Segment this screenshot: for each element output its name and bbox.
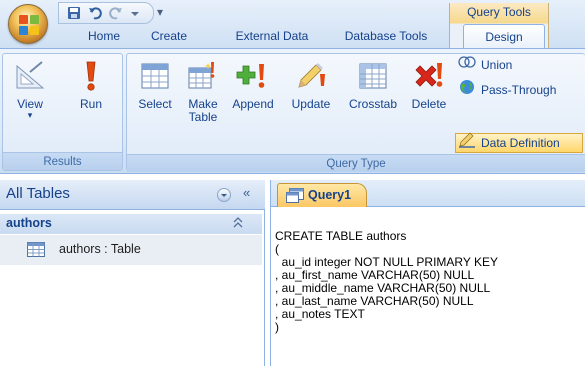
results-group-label: Results (3, 152, 122, 170)
office-logo-icon (19, 15, 39, 35)
select-button[interactable]: Select (133, 60, 177, 111)
tab-create[interactable]: Create (138, 24, 200, 48)
run-label: Run (79, 97, 102, 111)
ribbon: View ▾ Run Results Select Make Table App… (0, 48, 585, 174)
view-dropdown-icon: ▾ (27, 110, 33, 120)
contextual-tab-group-label: Query Tools (467, 5, 531, 19)
delete-label: Delete (411, 97, 447, 111)
sql-line: ) (275, 320, 279, 334)
pass-through-button[interactable]: Pass-Through (456, 80, 584, 100)
tab-query1-label: Query1 (308, 188, 352, 202)
quick-access-toolbar (58, 2, 154, 24)
run-exclamation-icon (74, 60, 108, 92)
sql-query-icon (286, 188, 304, 206)
view-button[interactable]: View ▾ (7, 60, 53, 120)
make-table-label-line2: Table (188, 110, 218, 124)
select-label: Select (138, 97, 172, 111)
globe-icon (458, 79, 476, 101)
data-definition-pencil-icon (458, 132, 476, 154)
document-tab-bar: Query1 (271, 180, 585, 207)
tab-query1[interactable]: Query1 (277, 183, 367, 207)
union-label: Union (481, 58, 513, 72)
tab-external-data[interactable]: External Data (222, 24, 322, 48)
shutter-bar-close-icon[interactable]: « (243, 185, 250, 200)
office-button[interactable] (8, 4, 48, 44)
view-icon (13, 60, 47, 92)
delete-button[interactable]: Delete (405, 60, 453, 111)
query-document: Query1 CREATE TABLE authors ( au_id inte… (270, 180, 585, 366)
sql-line: , au_notes TEXT (275, 307, 365, 321)
append-label: Append (232, 97, 274, 111)
append-icon (236, 60, 270, 92)
navigation-pane: All Tables « authors authors : Table (0, 180, 265, 366)
pass-through-label: Pass-Through (481, 83, 557, 97)
crosstab-grid-icon (356, 60, 390, 92)
table-icon (27, 242, 45, 260)
nav-dropdown-icon[interactable] (217, 188, 231, 202)
nav-group-label: authors (6, 216, 52, 230)
customize-quick-access-icon[interactable]: ▾ (157, 5, 163, 19)
update-button[interactable]: Update (283, 60, 339, 111)
crosstab-button[interactable]: Crosstab (343, 60, 403, 111)
save-icon[interactable] (67, 6, 81, 20)
update-label: Update (291, 97, 331, 111)
make-table-button[interactable]: Make Table (181, 60, 225, 124)
tab-home[interactable]: Home (74, 24, 134, 48)
nav-item-label: authors : Table (59, 242, 141, 256)
data-definition-label: Data Definition (481, 136, 560, 150)
nav-group-header[interactable]: authors (0, 214, 262, 234)
nav-item-authors-table[interactable]: authors : Table (0, 235, 262, 265)
results-group: View ▾ Run Results (2, 53, 123, 171)
union-button[interactable]: Union (456, 55, 584, 75)
undo-icon[interactable] (88, 6, 102, 20)
select-query-icon (138, 60, 172, 92)
sql-line: CREATE TABLE authors (275, 229, 407, 243)
tab-design[interactable]: Design (463, 24, 545, 48)
tab-database-tools[interactable]: Database Tools (336, 24, 436, 48)
chevron-down-icon[interactable] (130, 6, 144, 20)
nav-pane-title: All Tables (6, 185, 70, 202)
sql-editor[interactable]: CREATE TABLE authors ( au_id integer NOT… (275, 230, 583, 334)
query-type-group-label: Query Type (127, 154, 585, 172)
make-table-icon (186, 60, 220, 92)
union-icon (458, 55, 476, 75)
delete-x-icon (412, 60, 446, 92)
crosstab-label: Crosstab (348, 97, 398, 111)
update-pencil-icon (294, 60, 328, 92)
nav-pane-header[interactable]: All Tables « (0, 180, 265, 210)
redo-icon[interactable] (109, 6, 123, 20)
data-definition-button[interactable]: Data Definition (455, 132, 583, 154)
title-bar: Query Tools ▾ Home Create External Data … (0, 0, 585, 48)
append-button[interactable]: Append (225, 60, 281, 111)
chevron-up-icon[interactable] (232, 215, 244, 234)
run-button[interactable]: Run (69, 60, 113, 111)
